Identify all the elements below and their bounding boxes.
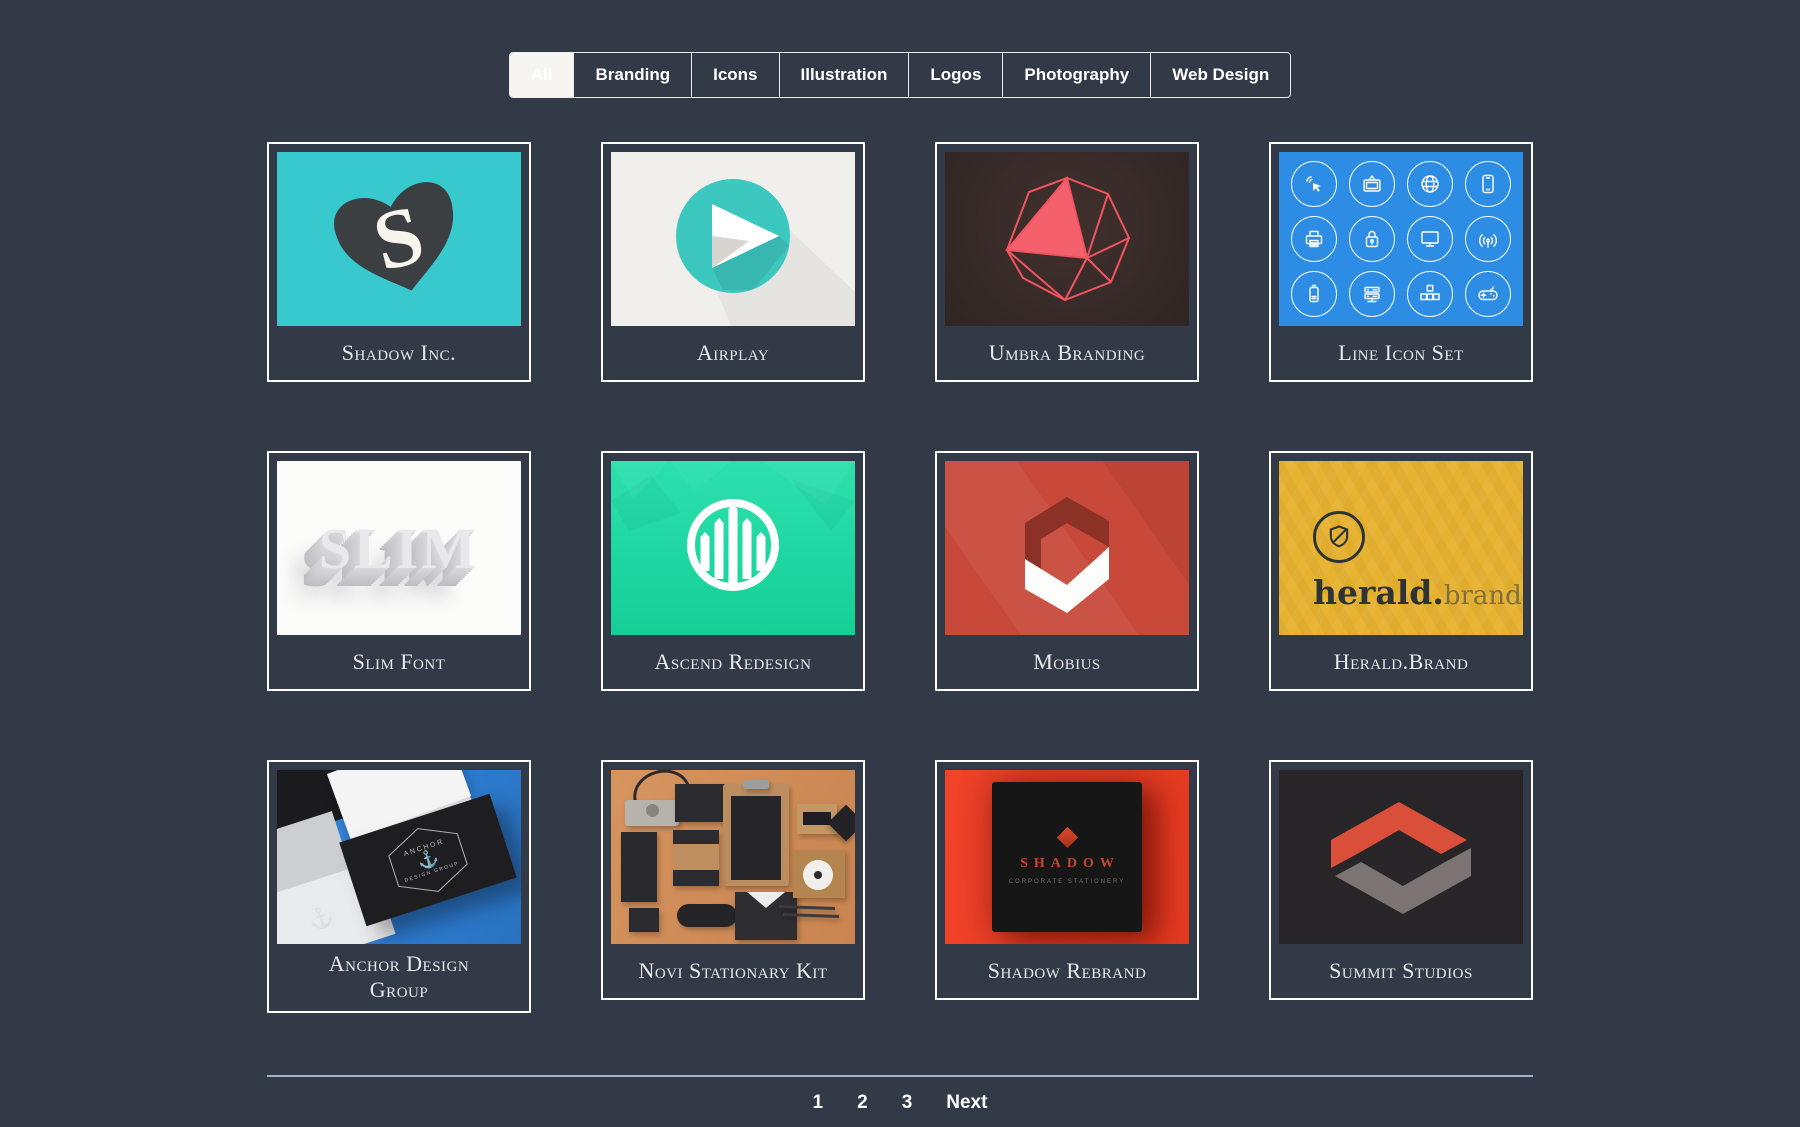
project-title: Slim Font bbox=[277, 635, 521, 689]
herald-logo: herald.brand bbox=[1313, 511, 1522, 612]
project-card-umbra[interactable]: Umbra Branding bbox=[935, 142, 1199, 382]
anchor-hexagon-badge: ANCHOR ⚓ DESIGN GROUP bbox=[377, 813, 479, 907]
notebook-band-shape bbox=[673, 844, 719, 870]
project-thumbnail bbox=[611, 770, 855, 944]
project-card-herald[interactable]: herald.brand Herald.Brand bbox=[1269, 451, 1533, 691]
clipboard-paper-shape bbox=[731, 796, 781, 880]
folded-ribbon-logo bbox=[945, 461, 1189, 635]
project-title: Shadow Inc. bbox=[277, 326, 521, 380]
next-page-link[interactable]: Next bbox=[946, 1092, 987, 1114]
page-content: All Branding Icons Illustration Logos Ph… bbox=[267, 0, 1533, 1114]
project-thumbnail bbox=[945, 461, 1189, 635]
project-title: Shadow Rebrand bbox=[945, 944, 1189, 998]
project-thumbnail bbox=[945, 152, 1189, 326]
pagination: 1 2 3 Next bbox=[267, 1092, 1533, 1114]
smartphone-icon bbox=[1465, 161, 1511, 207]
filter-tab-group: All Branding Icons Illustration Logos Ph… bbox=[509, 52, 1291, 98]
project-thumbnail bbox=[1279, 770, 1523, 944]
portfolio-grid: S Shadow Inc. Airplay bbox=[267, 142, 1533, 1013]
herald-wordmark: herald.brand bbox=[1313, 573, 1522, 612]
herald-wordmark-primary: herald. bbox=[1313, 573, 1444, 612]
tab-web-design[interactable]: Web Design bbox=[1150, 53, 1290, 97]
gamepad-icon bbox=[1465, 271, 1511, 317]
project-title: Ascend Redesign bbox=[611, 635, 855, 689]
polyhedron-wireframe-logo bbox=[945, 152, 1189, 326]
box-inner-shape bbox=[803, 812, 831, 825]
project-card-shadow-inc[interactable]: S Shadow Inc. bbox=[267, 142, 531, 382]
project-card-airplay[interactable]: Airplay bbox=[601, 142, 865, 382]
slim-3d-wordmark: SLIM bbox=[319, 515, 479, 582]
envelope-shape bbox=[675, 784, 725, 822]
tv-icon bbox=[1349, 161, 1395, 207]
project-card-shadow-rebrand[interactable]: SHADOW CORPORATE STATIONERY Shadow Rebra… bbox=[935, 760, 1199, 1000]
project-title: Airplay bbox=[611, 326, 855, 380]
project-thumbnail: ⚓ ANCHOR ⚓ DESIGN GROUP bbox=[277, 770, 521, 944]
project-thumbnail bbox=[611, 152, 855, 326]
project-card-ascend[interactable]: Ascend Redesign bbox=[601, 451, 865, 691]
herald-wordmark-secondary: brand bbox=[1444, 581, 1522, 611]
project-thumbnail: SHADOW CORPORATE STATIONERY bbox=[945, 770, 1189, 944]
project-card-line-icon-set[interactable]: Line Icon Set bbox=[1269, 142, 1533, 382]
page-2-link[interactable]: 2 bbox=[857, 1092, 868, 1114]
notebook-shape bbox=[621, 832, 657, 902]
printer-icon bbox=[1291, 216, 1337, 262]
project-title: Umbra Branding bbox=[945, 326, 1189, 380]
project-title: Mobius bbox=[945, 635, 1189, 689]
cursor-click-icon bbox=[1291, 161, 1337, 207]
book-subtext: CORPORATE STATIONERY bbox=[1009, 879, 1126, 885]
monitor-icon bbox=[1407, 216, 1453, 262]
glasses-case-shape bbox=[677, 904, 737, 927]
tab-illustration[interactable]: Illustration bbox=[779, 53, 909, 97]
tab-branding[interactable]: Branding bbox=[573, 53, 691, 97]
project-title: Line Icon Set bbox=[1279, 326, 1523, 380]
project-thumbnail bbox=[1279, 152, 1523, 326]
tab-all[interactable]: All bbox=[510, 53, 574, 97]
circle-bars-logo bbox=[611, 461, 855, 635]
box-shape bbox=[629, 908, 659, 932]
blocks-icon bbox=[1407, 271, 1453, 317]
project-title: Herald.Brand bbox=[1279, 635, 1523, 689]
page-3-link[interactable]: 3 bbox=[902, 1092, 913, 1114]
project-card-summit[interactable]: Summit Studios bbox=[1269, 760, 1533, 1000]
project-card-slim-font[interactable]: SLIM Slim Font bbox=[267, 451, 531, 691]
ribbon-s-logo bbox=[1279, 770, 1523, 944]
project-title: Summit Studios bbox=[1279, 944, 1523, 998]
project-card-mobius[interactable]: Mobius bbox=[935, 451, 1199, 691]
play-button-logo bbox=[611, 152, 855, 326]
project-title: Anchor Design Group bbox=[277, 944, 521, 1011]
padlock-icon bbox=[1349, 216, 1395, 262]
project-thumbnail: S bbox=[277, 152, 521, 326]
pagination-divider bbox=[267, 1075, 1533, 1077]
page-1-link[interactable]: 1 bbox=[813, 1092, 824, 1114]
tab-photography[interactable]: Photography bbox=[1002, 53, 1150, 97]
project-card-novi[interactable]: Novi Stationary Kit bbox=[601, 760, 865, 1000]
tab-icons[interactable]: Icons bbox=[691, 53, 778, 97]
project-title: Novi Stationary Kit bbox=[611, 944, 855, 998]
server-icon bbox=[1349, 271, 1395, 317]
tab-logos[interactable]: Logos bbox=[908, 53, 1002, 97]
clipboard-clip-shape bbox=[743, 780, 769, 789]
project-card-anchor[interactable]: ⚓ ANCHOR ⚓ DESIGN GROUP Anchor Design Gr… bbox=[267, 760, 531, 1013]
book-wordmark: SHADOW bbox=[1020, 856, 1120, 872]
diamond-logo-icon bbox=[1056, 827, 1077, 848]
globe-icon bbox=[1407, 161, 1453, 207]
project-thumbnail: herald.brand bbox=[1279, 461, 1523, 635]
project-thumbnail: SLIM bbox=[277, 461, 521, 635]
heart-s-logo: S bbox=[277, 152, 521, 326]
project-thumbnail bbox=[611, 461, 855, 635]
filter-bar: All Branding Icons Illustration Logos Ph… bbox=[267, 52, 1533, 98]
battery-icon bbox=[1291, 271, 1337, 317]
shield-badge-icon bbox=[1313, 511, 1365, 563]
wifi-signal-icon bbox=[1465, 216, 1511, 262]
black-book: SHADOW CORPORATE STATIONERY bbox=[992, 782, 1142, 932]
